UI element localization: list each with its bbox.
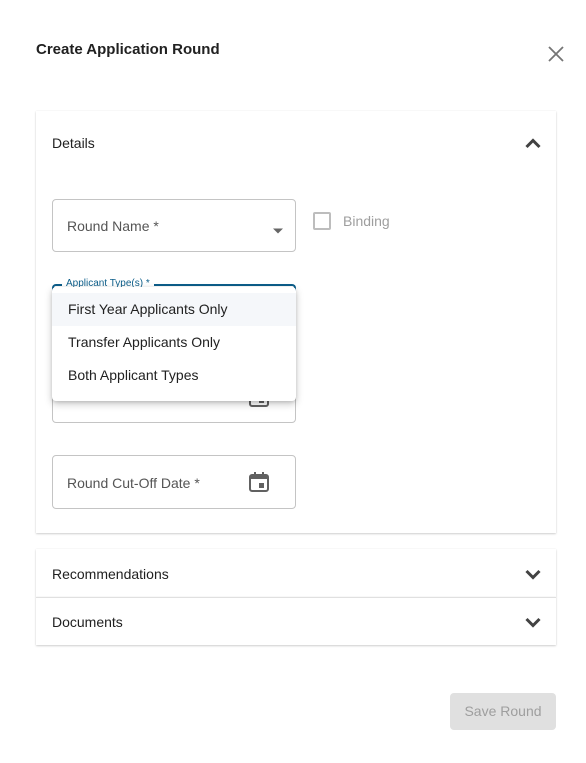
documents-title: Documents bbox=[52, 614, 123, 630]
dialog-title: Create Application Round bbox=[36, 41, 220, 58]
calendar-icon[interactable] bbox=[248, 471, 270, 498]
menu-item-transfer[interactable]: Transfer Applicants Only bbox=[52, 326, 296, 359]
binding-checkbox[interactable] bbox=[313, 212, 331, 230]
menu-item-first-year[interactable]: First Year Applicants Only bbox=[52, 293, 296, 326]
documents-panel[interactable]: Documents bbox=[36, 597, 556, 645]
details-title: Details bbox=[52, 135, 95, 151]
chevron-up-icon[interactable] bbox=[524, 135, 542, 153]
menu-item-both[interactable]: Both Applicant Types bbox=[52, 359, 296, 392]
cutoff-date-field[interactable]: Round Cut-Off Date * bbox=[52, 455, 296, 509]
chevron-down-icon[interactable] bbox=[524, 565, 542, 583]
close-icon[interactable] bbox=[544, 42, 568, 66]
details-header[interactable]: Details bbox=[36, 111, 556, 159]
dropdown-arrow-icon bbox=[272, 222, 284, 240]
cutoff-date-label: Round Cut-Off Date * bbox=[67, 475, 200, 491]
binding-label: Binding bbox=[343, 213, 390, 229]
round-name-select[interactable]: Round Name * bbox=[52, 199, 296, 252]
recommendations-panel[interactable]: Recommendations bbox=[36, 549, 556, 597]
recommendations-title: Recommendations bbox=[52, 566, 169, 582]
chevron-down-icon[interactable] bbox=[524, 613, 542, 631]
applicant-type-menu: First Year Applicants Only Transfer Appl… bbox=[52, 287, 296, 401]
round-name-label: Round Name * bbox=[67, 218, 159, 234]
save-round-button[interactable]: Save Round bbox=[450, 693, 556, 730]
